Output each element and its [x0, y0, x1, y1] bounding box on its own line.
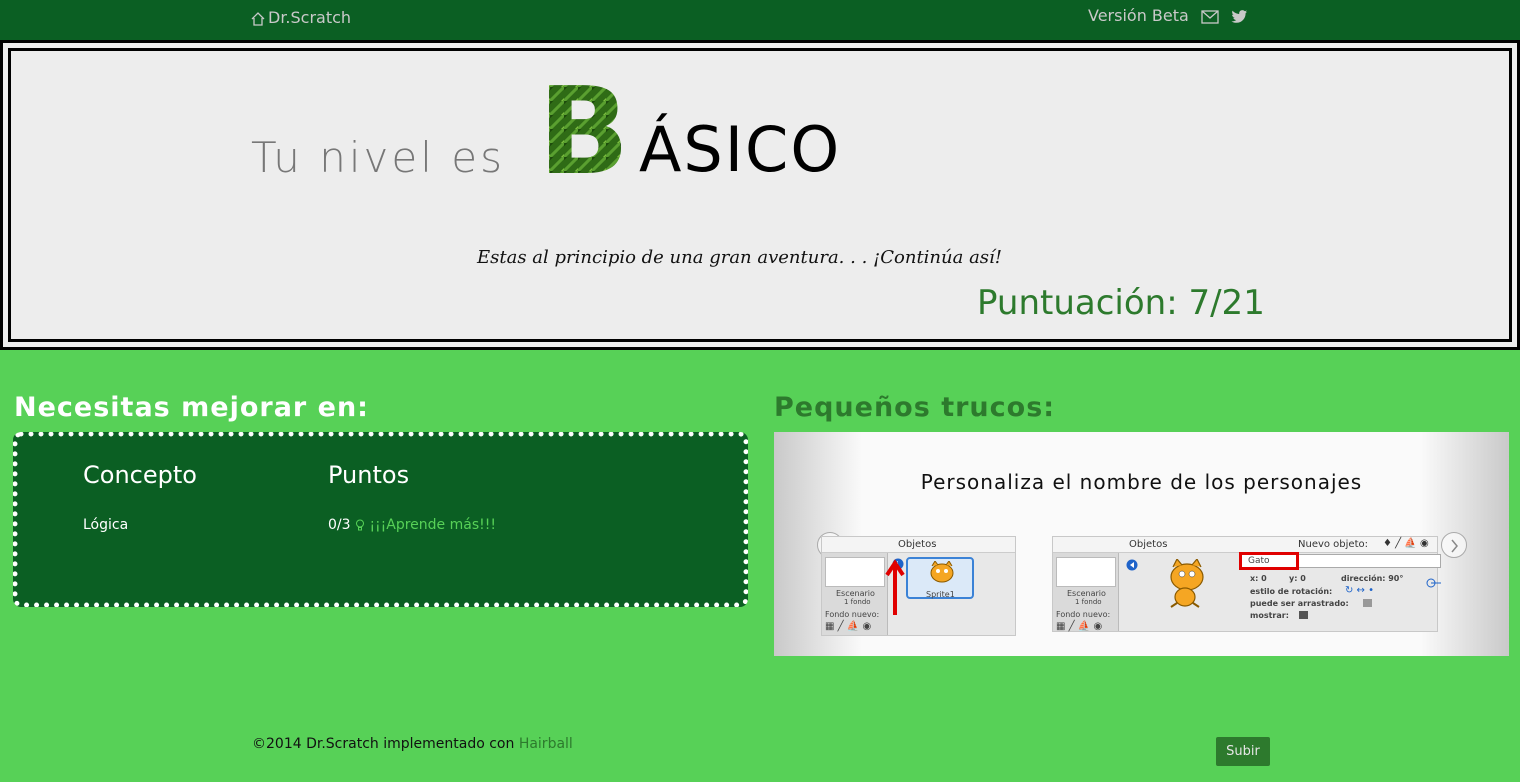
scroll-top-button[interactable]: Subir: [1216, 737, 1270, 766]
concept-cell: Lógica: [83, 517, 129, 533]
twitter-icon[interactable]: [1231, 6, 1248, 25]
top-navbar: Dr.Scratch Versión Beta: [0, 0, 1520, 40]
level-initial-leaf-letter: B: [536, 63, 631, 202]
tip-screenshot-before: Objetos Escenario 1 fondo Fondo nuevo: ▦…: [821, 536, 1016, 636]
rotation-options-icon: ↻ ↔ •: [1345, 585, 1375, 596]
column-header-points: Puntos: [328, 461, 410, 489]
svg-text:B: B: [538, 73, 629, 183]
tips-carousel: Personaliza el nombre de los personajes …: [774, 432, 1509, 656]
sprite-thumbnail: Sprite1: [906, 557, 974, 599]
slide-title: Personaliza el nombre de los personajes: [920, 470, 1363, 494]
level-prefix: Tu nivel es: [251, 133, 505, 182]
footer-credits: ©2014 Dr.Scratch implementado con Hairba…: [252, 736, 573, 752]
mail-icon[interactable]: [1201, 6, 1219, 25]
chevron-right-icon: [1449, 536, 1459, 555]
sprite-name-field[interactable]: Gato: [1239, 552, 1299, 570]
direction-dial-icon: [1425, 573, 1441, 592]
level-message: Estas al principio de una gran aventura.…: [477, 247, 1003, 268]
points-cell: 0/3 ¡¡¡Aprende más!!!: [328, 517, 496, 533]
new-bg-tools-icon: ▦ ╱ ⛵ ◉: [825, 621, 872, 632]
improve-title: Necesitas mejorar en:: [14, 392, 369, 423]
checkbox-checked-icon: [1299, 611, 1308, 619]
brand-label: Dr.Scratch: [268, 8, 352, 27]
home-icon: [250, 8, 266, 27]
cat-sprite-icon: [926, 560, 958, 591]
lightbulb-icon: [355, 517, 369, 533]
brand-link[interactable]: Dr.Scratch: [250, 8, 351, 27]
checkbox-icon: [1363, 599, 1372, 607]
objects-label: Objetos: [898, 539, 937, 550]
points-value: 0/3: [328, 517, 351, 533]
new-bg-tools-icon-2: ▦ ╱ ⛵ ◉: [1056, 621, 1103, 632]
hairball-link[interactable]: Hairball: [519, 736, 573, 752]
nav-right: Versión Beta: [1088, 6, 1248, 25]
back-arrow-icon: [1125, 556, 1139, 575]
version-label[interactable]: Versión Beta: [1088, 6, 1189, 25]
level-rest: ÁSICO: [639, 113, 842, 186]
cat-sprite-large-icon: [1155, 557, 1219, 613]
carousel-next-button[interactable]: [1441, 532, 1467, 558]
score-label: Puntuación: 7/21: [977, 283, 1265, 323]
column-header-concept: Concepto: [83, 461, 197, 489]
learn-more-label: ¡¡¡Aprende más!!!: [369, 517, 496, 533]
improve-table: Concepto Puntos Lógica 0/3 ¡¡¡Aprende má…: [13, 432, 748, 607]
red-arrow-up-icon: [885, 559, 905, 621]
learn-more-link[interactable]: ¡¡¡Aprende más!!!: [355, 517, 496, 533]
tips-title: Pequeños trucos:: [774, 392, 1056, 423]
footer-text: ©2014 Dr.Scratch implementado con: [252, 736, 515, 752]
level-banner: Tu nivel es B ÁSICO Estas al principio d…: [0, 40, 1520, 350]
new-object-label: Nuevo objeto:: [1298, 539, 1368, 550]
objects-label-2: Objetos: [1129, 539, 1168, 550]
tip-screenshot-after: Objetos Nuevo objeto: ♦ ╱ ⛵ ◉ Escenario …: [1052, 536, 1441, 632]
new-object-tools-icon: ♦ ╱ ⛵ ◉: [1383, 538, 1429, 549]
